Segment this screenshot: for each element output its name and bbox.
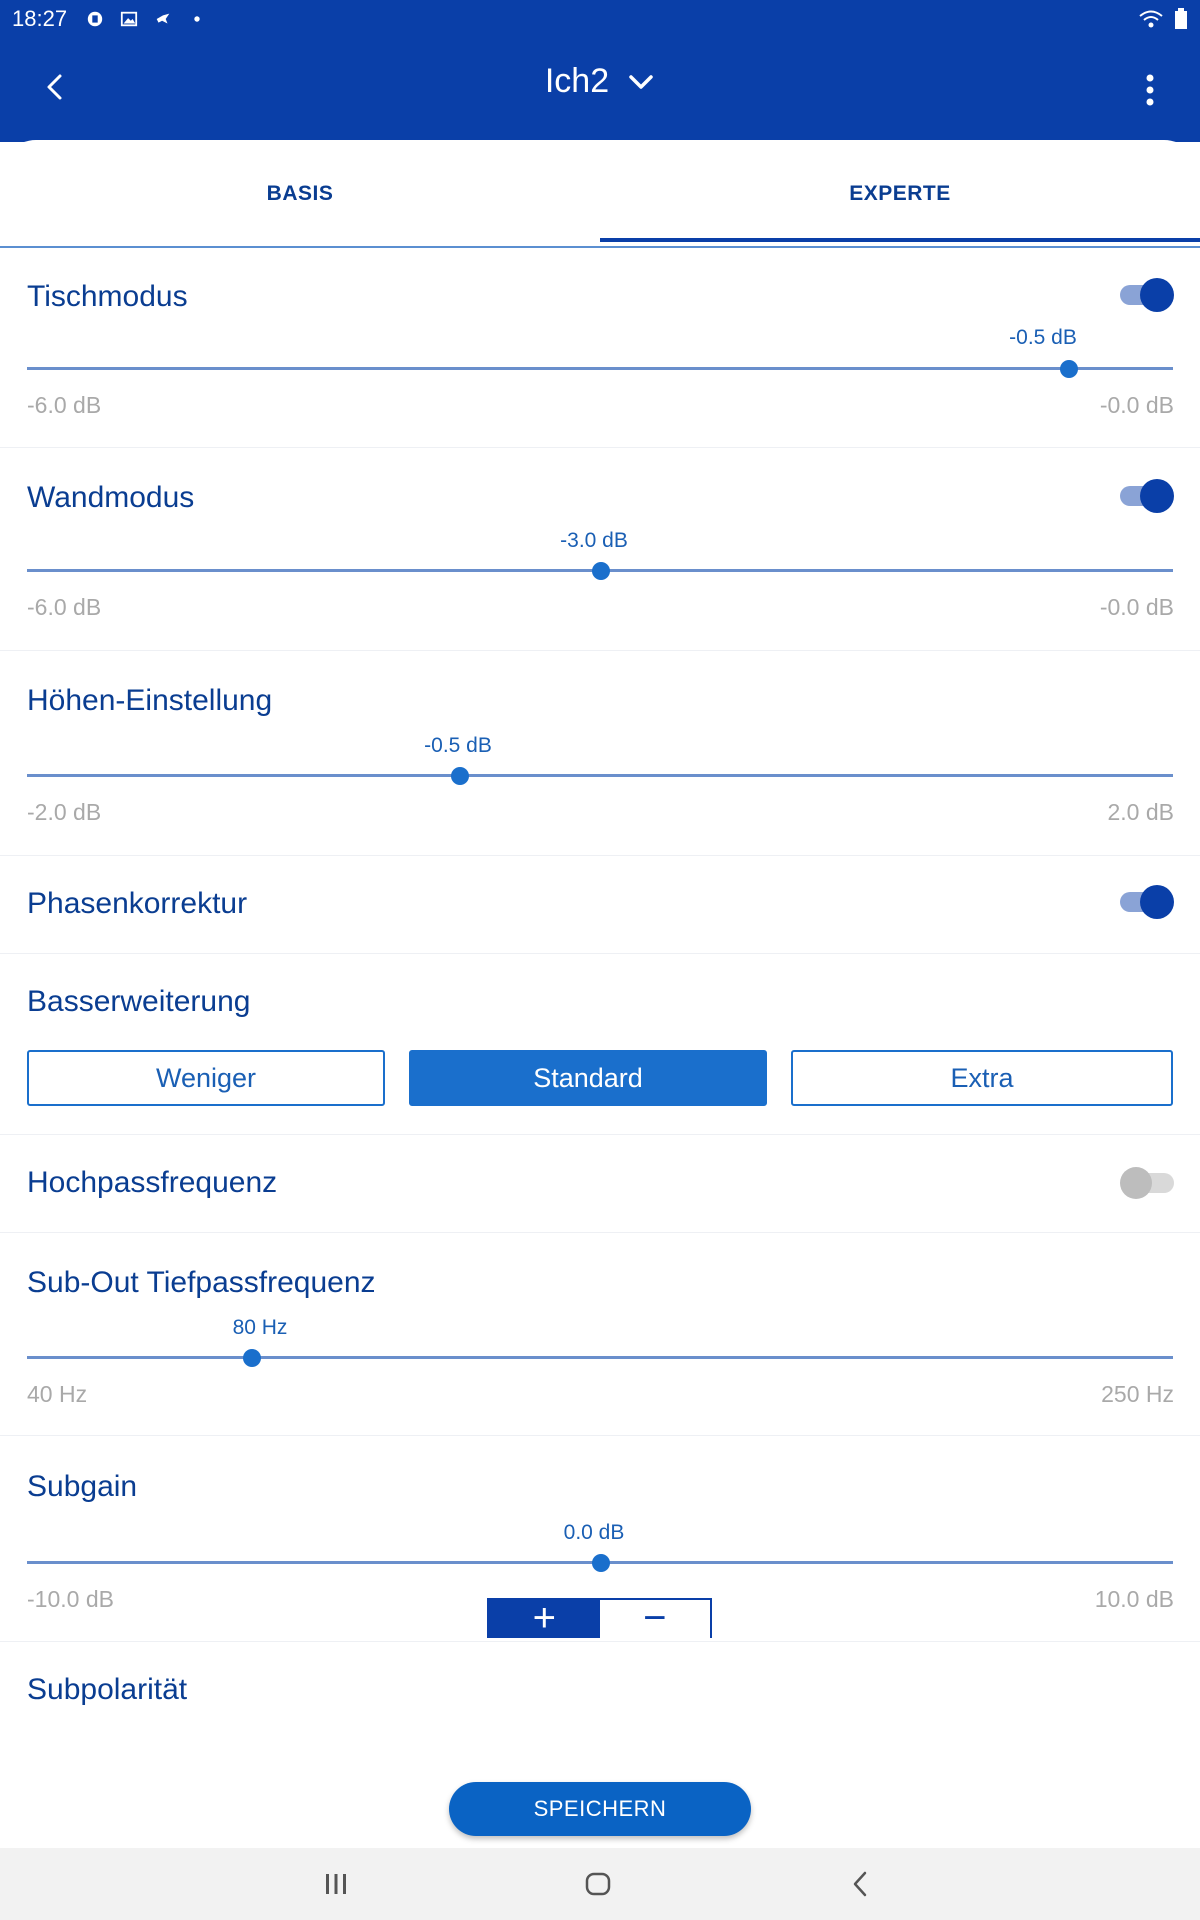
subout-value: 80 Hz [232, 1316, 288, 1339]
hochpass-toggle[interactable] [1120, 1164, 1174, 1200]
tischmodus-slider-thumb[interactable] [1060, 360, 1078, 378]
hoehen-slider-thumb[interactable] [451, 767, 469, 785]
tischmodus-toggle[interactable] [1120, 276, 1174, 312]
settings-sheet: BASIS EXPERTE Tischmodus -0.5 dB -6.0 dB… [0, 140, 1200, 1850]
save-button[interactable]: SPEICHERN [449, 1782, 751, 1836]
subgain-min: -10.0 dB [27, 1586, 114, 1612]
wandmodus-min: -6.0 dB [27, 594, 102, 620]
tischmodus-max: -0.0 dB [1099, 392, 1174, 418]
status-time: 18:27 [12, 6, 68, 31]
hoehen-value: -0.5 dB [424, 734, 492, 757]
app-bar: Ich2 [0, 38, 1200, 142]
polarity-plus-button[interactable]: + [489, 1600, 600, 1638]
nav-back-icon[interactable] [843, 1866, 879, 1902]
subout-slider-thumb[interactable] [243, 1349, 261, 1367]
notification-app-icon [87, 11, 103, 27]
hochpass-title: Hochpassfrequenz [27, 1166, 278, 1199]
hoehen-min: -2.0 dB [27, 799, 102, 825]
status-bar: 18:27 [0, 0, 1200, 38]
wandmodus-toggle[interactable] [1120, 477, 1174, 513]
subgain-slider[interactable] [27, 1554, 1173, 1572]
tab-basis[interactable]: BASIS [0, 140, 600, 248]
subout-max: 250 Hz [1101, 1381, 1174, 1407]
subpolaritaet-title: Subpolarität [27, 1673, 188, 1706]
subgain-title: Subgain [27, 1470, 138, 1503]
wandmodus-value: -3.0 dB [560, 529, 628, 552]
section-wandmodus: Wandmodus -3.0 dB -6.0 dB -0.0 dB [0, 449, 1200, 651]
section-hoehen: Höhen-Einstellung -0.5 dB -2.0 dB 2.0 dB [0, 652, 1200, 856]
device-selector[interactable]: Ich2 [0, 62, 1200, 101]
bass-option-standard[interactable]: Standard [409, 1050, 767, 1106]
gallery-icon [120, 11, 138, 27]
wandmodus-slider-thumb[interactable] [592, 562, 610, 580]
section-subout: Sub-Out Tiefpassfrequenz 80 Hz 40 Hz 250… [0, 1234, 1200, 1436]
hoehen-slider[interactable] [27, 767, 1173, 785]
tab-experte[interactable]: EXPERTE [600, 140, 1200, 248]
battery-icon [1175, 8, 1187, 29]
polarity-selector: + − [487, 1598, 712, 1638]
subgain-max: 10.0 dB [1094, 1586, 1174, 1612]
wandmodus-max: -0.0 dB [1099, 594, 1174, 620]
bird-icon [156, 13, 170, 24]
section-tischmodus: Tischmodus -0.5 dB -6.0 dB -0.0 dB [0, 248, 1200, 448]
section-phasenkorrektur: Phasenkorrektur [0, 857, 1200, 954]
bass-option-extra[interactable]: Extra [791, 1050, 1173, 1106]
hoehen-title: Höhen-Einstellung [27, 684, 273, 717]
polarity-minus-button[interactable]: − [599, 1600, 710, 1638]
phasenkorrektur-title: Phasenkorrektur [27, 887, 248, 920]
chevron-down-icon [629, 74, 653, 89]
tischmodus-title: Tischmodus [27, 280, 188, 313]
tab-bar: BASIS EXPERTE [0, 140, 1200, 248]
hoehen-max: 2.0 dB [1107, 799, 1175, 825]
subgain-value: 0.0 dB [563, 1521, 625, 1544]
home-icon[interactable] [580, 1866, 616, 1902]
system-nav-bar [0, 1848, 1200, 1920]
bass-option-weniger[interactable]: Weniger [27, 1050, 385, 1106]
dot-icon [194, 16, 200, 22]
more-vert-icon[interactable] [1144, 72, 1156, 108]
tischmodus-min: -6.0 dB [27, 392, 102, 418]
page-title: Ich2 [544, 62, 610, 100]
subout-min: 40 Hz [27, 1381, 88, 1407]
subout-slider[interactable] [27, 1349, 1173, 1367]
tischmodus-value: -0.5 dB [1009, 326, 1077, 349]
phasenkorrektur-toggle[interactable] [1120, 883, 1174, 919]
section-basserweiterung: Basserweiterung Weniger Standard Extra [0, 955, 1200, 1135]
subout-title: Sub-Out Tiefpassfrequenz [27, 1266, 376, 1299]
wifi-icon [1139, 10, 1163, 28]
wandmodus-title: Wandmodus [27, 481, 195, 514]
section-hochpass: Hochpassfrequenz [0, 1136, 1200, 1233]
wandmodus-slider[interactable] [27, 562, 1173, 580]
subgain-slider-thumb[interactable] [592, 1554, 610, 1572]
basserweiterung-title: Basserweiterung [27, 985, 251, 1018]
tab-indicator [600, 238, 1200, 242]
tischmodus-slider[interactable] [27, 360, 1173, 378]
recents-icon[interactable] [318, 1866, 354, 1902]
